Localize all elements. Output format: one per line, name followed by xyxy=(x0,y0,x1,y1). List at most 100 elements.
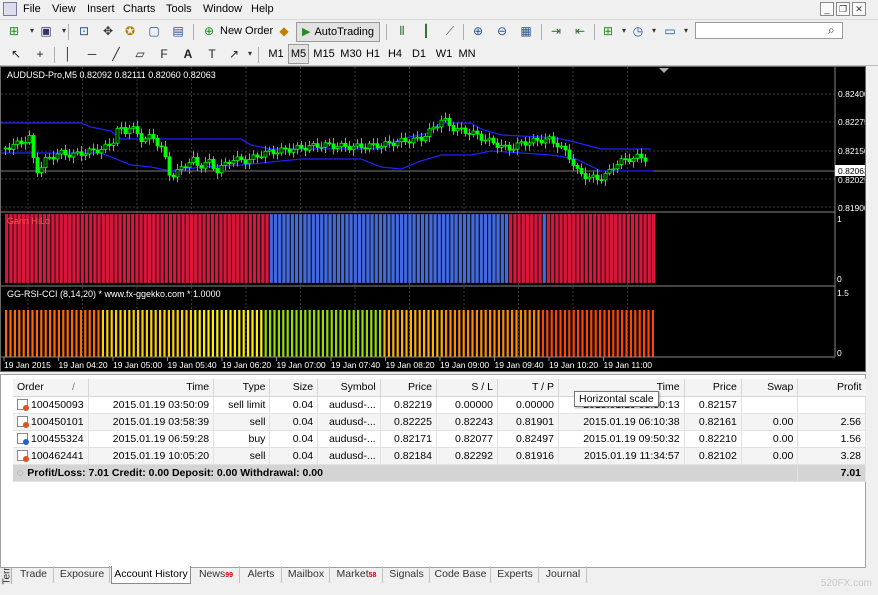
rsi-bar xyxy=(475,310,478,357)
rsi-bar xyxy=(581,310,584,357)
metaeditor-icon[interactable]: ◆ xyxy=(276,23,292,39)
column-header-symbol[interactable]: Symbol xyxy=(317,379,381,397)
text-label-icon[interactable]: T xyxy=(204,46,220,62)
column-header-type[interactable]: Type xyxy=(213,379,271,397)
menu-charts[interactable]: Charts xyxy=(123,3,155,15)
arrow-icon[interactable]: ↗ xyxy=(226,46,242,62)
search-input[interactable] xyxy=(695,22,843,39)
column-header-swap[interactable]: Swap xyxy=(741,379,799,397)
market-watch-icon[interactable]: ⊡ xyxy=(76,23,92,39)
tab-journal[interactable]: Journal xyxy=(540,566,587,583)
timeframe-m15[interactable]: M15 xyxy=(311,44,337,64)
crosshair-icon[interactable]: + xyxy=(32,46,48,62)
timeframe-w1[interactable]: W1 xyxy=(433,44,455,64)
tab-mailbox[interactable]: Mailbox xyxy=(283,566,330,583)
tab-exposure[interactable]: Exposure xyxy=(55,566,110,583)
timeframe-m30[interactable]: M30 xyxy=(338,44,364,64)
column-header-price[interactable]: Price xyxy=(380,379,437,397)
search-icon[interactable]: ⌕ xyxy=(828,23,835,38)
minimize-icon[interactable]: _ xyxy=(820,2,834,16)
tab-account-history[interactable]: Account History xyxy=(111,566,191,584)
tab-news[interactable]: News99 xyxy=(193,566,240,583)
data-window-icon[interactable]: ✥ xyxy=(100,23,116,39)
tab-experts[interactable]: Experts xyxy=(492,566,539,583)
navigator-icon[interactable]: ✪ xyxy=(122,23,138,39)
gann-bar xyxy=(542,213,547,284)
horizontal-line-icon[interactable]: ─ xyxy=(84,46,100,62)
gann-bar xyxy=(80,213,85,284)
candle-body xyxy=(103,143,108,150)
restore-icon[interactable]: ❐ xyxy=(836,2,850,16)
menu-view[interactable]: View xyxy=(52,3,76,15)
new-order-icon[interactable]: ⊕ xyxy=(201,23,217,39)
zoom-out-icon[interactable]: ⊖ xyxy=(494,23,510,39)
timeframe-d1[interactable]: D1 xyxy=(409,44,429,64)
strategy-tester-icon[interactable]: ▤ xyxy=(170,23,186,39)
line-chart-icon[interactable]: ⟋ xyxy=(442,23,458,39)
column-header-size[interactable]: Size xyxy=(269,379,319,397)
menu-file[interactable]: File xyxy=(23,3,41,15)
candle-body xyxy=(51,156,56,160)
channel-icon[interactable]: ▱ xyxy=(132,46,148,62)
menu-help[interactable]: Help xyxy=(251,3,274,15)
indicators-icon[interactable]: ⊞ xyxy=(600,23,616,39)
close-icon[interactable]: ✕ xyxy=(852,2,866,16)
zoom-in-icon[interactable]: ⊕ xyxy=(470,23,486,39)
autotrading-button[interactable]: ▶ AutoTrading xyxy=(296,22,380,42)
sort-indicator-icon[interactable]: / xyxy=(68,379,89,397)
bar-chart-icon[interactable]: ⫴ xyxy=(394,23,410,39)
profiles-icon[interactable]: ▣ xyxy=(38,23,54,39)
fibonacci-icon[interactable]: F xyxy=(156,46,172,62)
timeframe-h4[interactable]: H4 xyxy=(385,44,405,64)
candle-body xyxy=(543,138,548,144)
tab-market[interactable]: Market58 xyxy=(331,566,383,583)
menu-tools[interactable]: Tools xyxy=(166,3,192,15)
cursor-icon[interactable]: ↖ xyxy=(8,46,24,62)
periods-icon[interactable]: ◷ xyxy=(630,23,646,39)
table-row[interactable]: 100450101 2015.01.19 03:58:39 sell 0.04 … xyxy=(13,413,866,431)
tab-trade[interactable]: Trade xyxy=(14,566,54,583)
dropdown-arrow-icon[interactable]: ▾ xyxy=(56,23,72,39)
timeframe-mn[interactable]: MN xyxy=(456,44,478,64)
table-row[interactable]: 100455324 2015.01.19 06:59:28 buy 0.04 a… xyxy=(13,430,866,448)
new-order-button[interactable]: New Order xyxy=(220,25,273,37)
column-header-profit[interactable]: Profit xyxy=(797,379,866,397)
rsi-cci-indicator xyxy=(5,310,654,357)
tab-alerts[interactable]: Alerts xyxy=(241,566,282,583)
rsi-bar xyxy=(260,310,263,357)
column-header-order[interactable]: Order xyxy=(13,379,69,397)
timeframe-m1[interactable]: M1 xyxy=(266,44,286,64)
timeframe-h1[interactable]: H1 xyxy=(364,44,382,64)
auto-scroll-icon[interactable]: ⇥ xyxy=(548,23,564,39)
chart-canvas[interactable]: AUDUSD-Pro,M5 0.82092 0.82111 0.82060 0.… xyxy=(1,67,869,371)
chart-window[interactable]: AUDUSD-Pro,M5 0.82092 0.82111 0.82060 0.… xyxy=(0,66,869,372)
tab-code-base[interactable]: Code Base xyxy=(431,566,491,583)
dropdown-arrow-icon[interactable]: ▾ xyxy=(678,23,694,39)
new-chart-icon[interactable]: ⊞ xyxy=(6,23,22,39)
dropdown-arrow-icon[interactable]: ▾ xyxy=(242,46,258,62)
menu-insert[interactable]: Insert xyxy=(87,3,115,15)
price-cell: 0.82184 xyxy=(380,447,437,465)
column-header-close-price[interactable]: Price xyxy=(684,379,742,397)
close-price-cell: 0.82102 xyxy=(684,447,742,465)
column-header-sl[interactable]: S / L xyxy=(436,379,498,397)
vertical-line-icon[interactable]: │ xyxy=(60,46,76,62)
table-row[interactable]: 100450093 2015.01.19 03:50:09 sell limit… xyxy=(13,396,866,414)
gann-bar xyxy=(118,213,122,284)
timeframe-m5[interactable]: M5 xyxy=(288,44,309,64)
templates-icon[interactable]: ▭ xyxy=(662,23,678,39)
tile-windows-icon[interactable]: ▦ xyxy=(518,23,534,39)
terminal-icon[interactable]: ▢ xyxy=(146,23,162,39)
candlestick-icon[interactable]: ┃ xyxy=(418,23,434,39)
dropdown-arrow-icon[interactable]: ▾ xyxy=(646,23,662,39)
rsi-bar xyxy=(282,310,285,357)
text-icon[interactable]: A xyxy=(180,46,196,62)
column-header-time[interactable]: Time xyxy=(88,379,215,397)
column-header-tp[interactable]: T / P xyxy=(497,379,559,397)
menu-window[interactable]: Window xyxy=(203,3,242,15)
app-icon[interactable] xyxy=(3,2,17,16)
trendline-icon[interactable]: ╱ xyxy=(108,46,124,62)
chart-shift-icon[interactable]: ⇤ xyxy=(572,23,588,39)
tab-signals[interactable]: Signals xyxy=(384,566,430,583)
table-row[interactable]: 100462441 2015.01.19 10:05:20 sell 0.04 … xyxy=(13,447,866,465)
